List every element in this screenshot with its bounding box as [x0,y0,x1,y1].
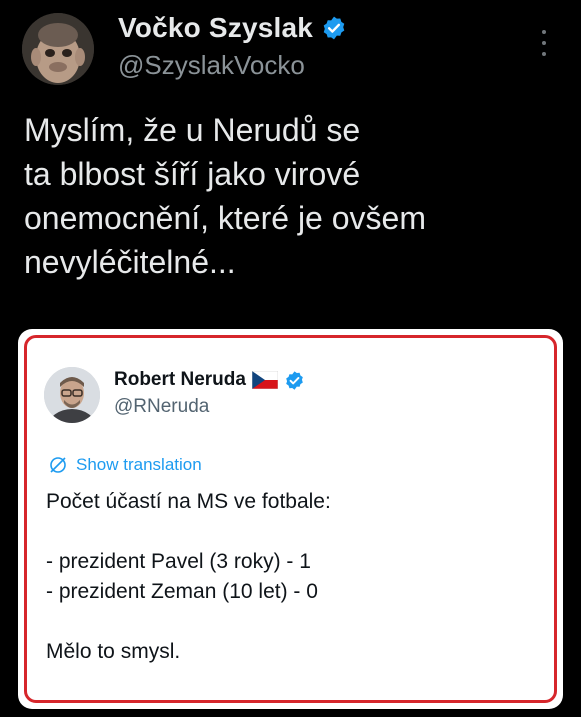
quoted-text-line: Mělo to smysl. [46,640,181,663]
author-handle[interactable]: @SzyslakVocko [118,50,347,81]
author-display-name[interactable]: Vočko Szyslak [118,12,313,44]
quoted-author-name[interactable]: Robert Neruda [114,369,246,391]
czech-flag-icon [251,370,279,390]
quoted-author-handle[interactable]: @RNeruda [114,396,305,418]
quoted-text-line: Počet účastí na MS ve fotbale: [46,490,331,513]
tweet: Vočko Szyslak @SzyslakVocko Myslím, že u… [0,0,581,717]
quoted-tweet-card[interactable]: Robert Neruda @RNeruda Show translation … [18,329,563,709]
quoted-text-line: - prezident Pavel (3 roky) - 1 [46,550,311,573]
quoted-author-avatar[interactable] [44,367,100,423]
quoted-tweet-text: Počet účastí na MS ve fotbale: - prezide… [46,487,526,667]
translate-icon [48,455,68,475]
quoted-author-info: Robert Neruda @RNeruda [114,369,305,418]
show-translation-link[interactable]: Show translation [48,455,202,475]
quoted-text-line: - prezident Zeman (10 let) - 0 [46,580,318,603]
author-info: Vočko Szyslak @SzyslakVocko [118,12,347,81]
more-options-icon[interactable] [536,30,552,56]
author-avatar[interactable] [22,13,94,85]
verified-badge-icon [321,15,347,41]
quoted-verified-badge-icon [284,370,305,391]
tweet-text: Myslím, že u Nerudů se ta blbost šíří ja… [24,112,426,280]
show-translation-label[interactable]: Show translation [76,455,202,475]
